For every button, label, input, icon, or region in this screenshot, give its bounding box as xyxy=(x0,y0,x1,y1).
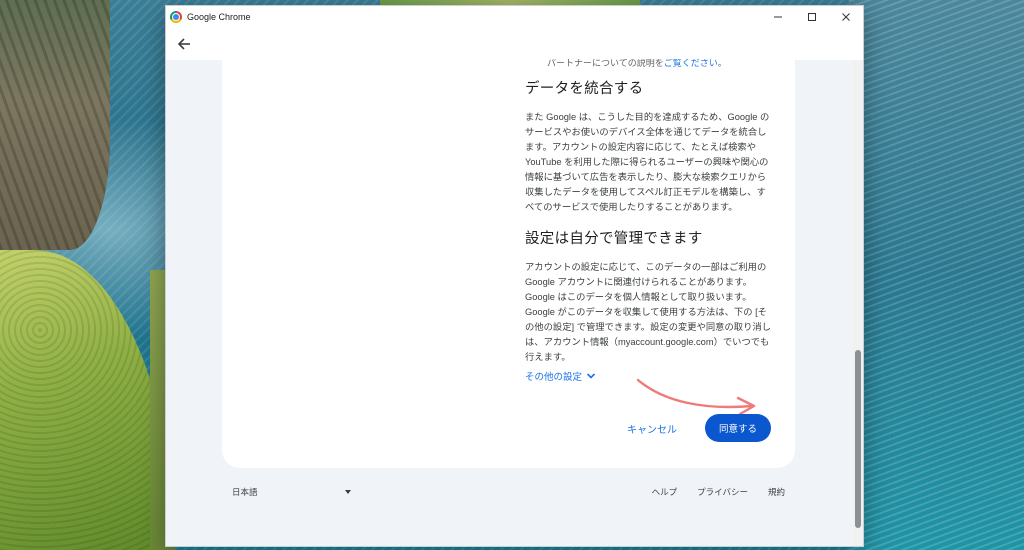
maximize-button[interactable] xyxy=(795,6,829,28)
consent-actions: キャンセル 同意する xyxy=(627,414,771,442)
section-title-data-integration: データを統合する xyxy=(525,81,644,97)
more-settings-link[interactable]: その他の設定 xyxy=(525,369,596,383)
maximize-icon xyxy=(808,13,816,21)
page-footer: 日本語 ヘルプ プライバシー 規約 xyxy=(232,484,785,500)
agree-button[interactable]: 同意する xyxy=(704,414,771,442)
wallpaper-sea-right xyxy=(849,0,1024,550)
section-body-manage-settings: アカウントの設定に応じて、このデータの一部はご利用の Google アカウントに… xyxy=(525,262,771,362)
page-scrollbar[interactable] xyxy=(853,60,863,546)
chrome-window: Google Chrome パートナーについての説明をご覧ください。 データを統… xyxy=(165,5,864,547)
section-body-data-integration: また Google は、こうした目的を達成するため、Google のサービスやお… xyxy=(525,112,770,212)
section-title-manage-settings: 設定は自分で管理できます xyxy=(525,231,703,247)
more-settings-label: その他の設定 xyxy=(525,372,583,383)
partner-info-text: パートナーについての説明を xyxy=(547,59,664,67)
cancel-button[interactable]: キャンセル xyxy=(627,421,677,436)
close-button[interactable] xyxy=(829,6,863,28)
footer-links: ヘルプ プライバシー 規約 xyxy=(652,486,785,498)
title-bar[interactable]: Google Chrome xyxy=(166,6,863,28)
language-select[interactable]: 日本語 xyxy=(232,486,352,498)
toolbar xyxy=(166,28,863,60)
arrow-left-icon xyxy=(177,38,190,50)
privacy-link[interactable]: プライバシー xyxy=(697,486,748,498)
help-link[interactable]: ヘルプ xyxy=(652,486,678,498)
chrome-logo-icon xyxy=(170,11,182,23)
wallpaper-cliff xyxy=(0,0,110,250)
chevron-down-icon xyxy=(586,373,596,379)
close-icon xyxy=(842,13,850,21)
terms-link[interactable]: 規約 xyxy=(768,486,785,498)
language-label: 日本語 xyxy=(232,487,258,497)
minimize-button[interactable] xyxy=(761,6,795,28)
consent-card: パートナーについての説明をご覧ください。 データを統合する また Google … xyxy=(222,59,795,468)
partner-info-line: パートナーについての説明をご覧ください。 xyxy=(525,59,773,67)
minimize-icon xyxy=(774,16,782,18)
window-controls xyxy=(761,6,863,28)
partner-info-tail: 。 xyxy=(717,59,727,67)
scrollbar-thumb[interactable] xyxy=(855,350,861,528)
window-title: Google Chrome xyxy=(187,12,251,22)
consent-content: パートナーについての説明をご覧ください。 データを統合する また Google … xyxy=(525,59,773,365)
back-button[interactable] xyxy=(174,34,194,54)
partner-info-link[interactable]: ご覧ください xyxy=(664,59,718,67)
caret-down-icon xyxy=(345,490,351,494)
consent-page: パートナーについての説明をご覧ください。 データを統合する また Google … xyxy=(166,59,863,546)
